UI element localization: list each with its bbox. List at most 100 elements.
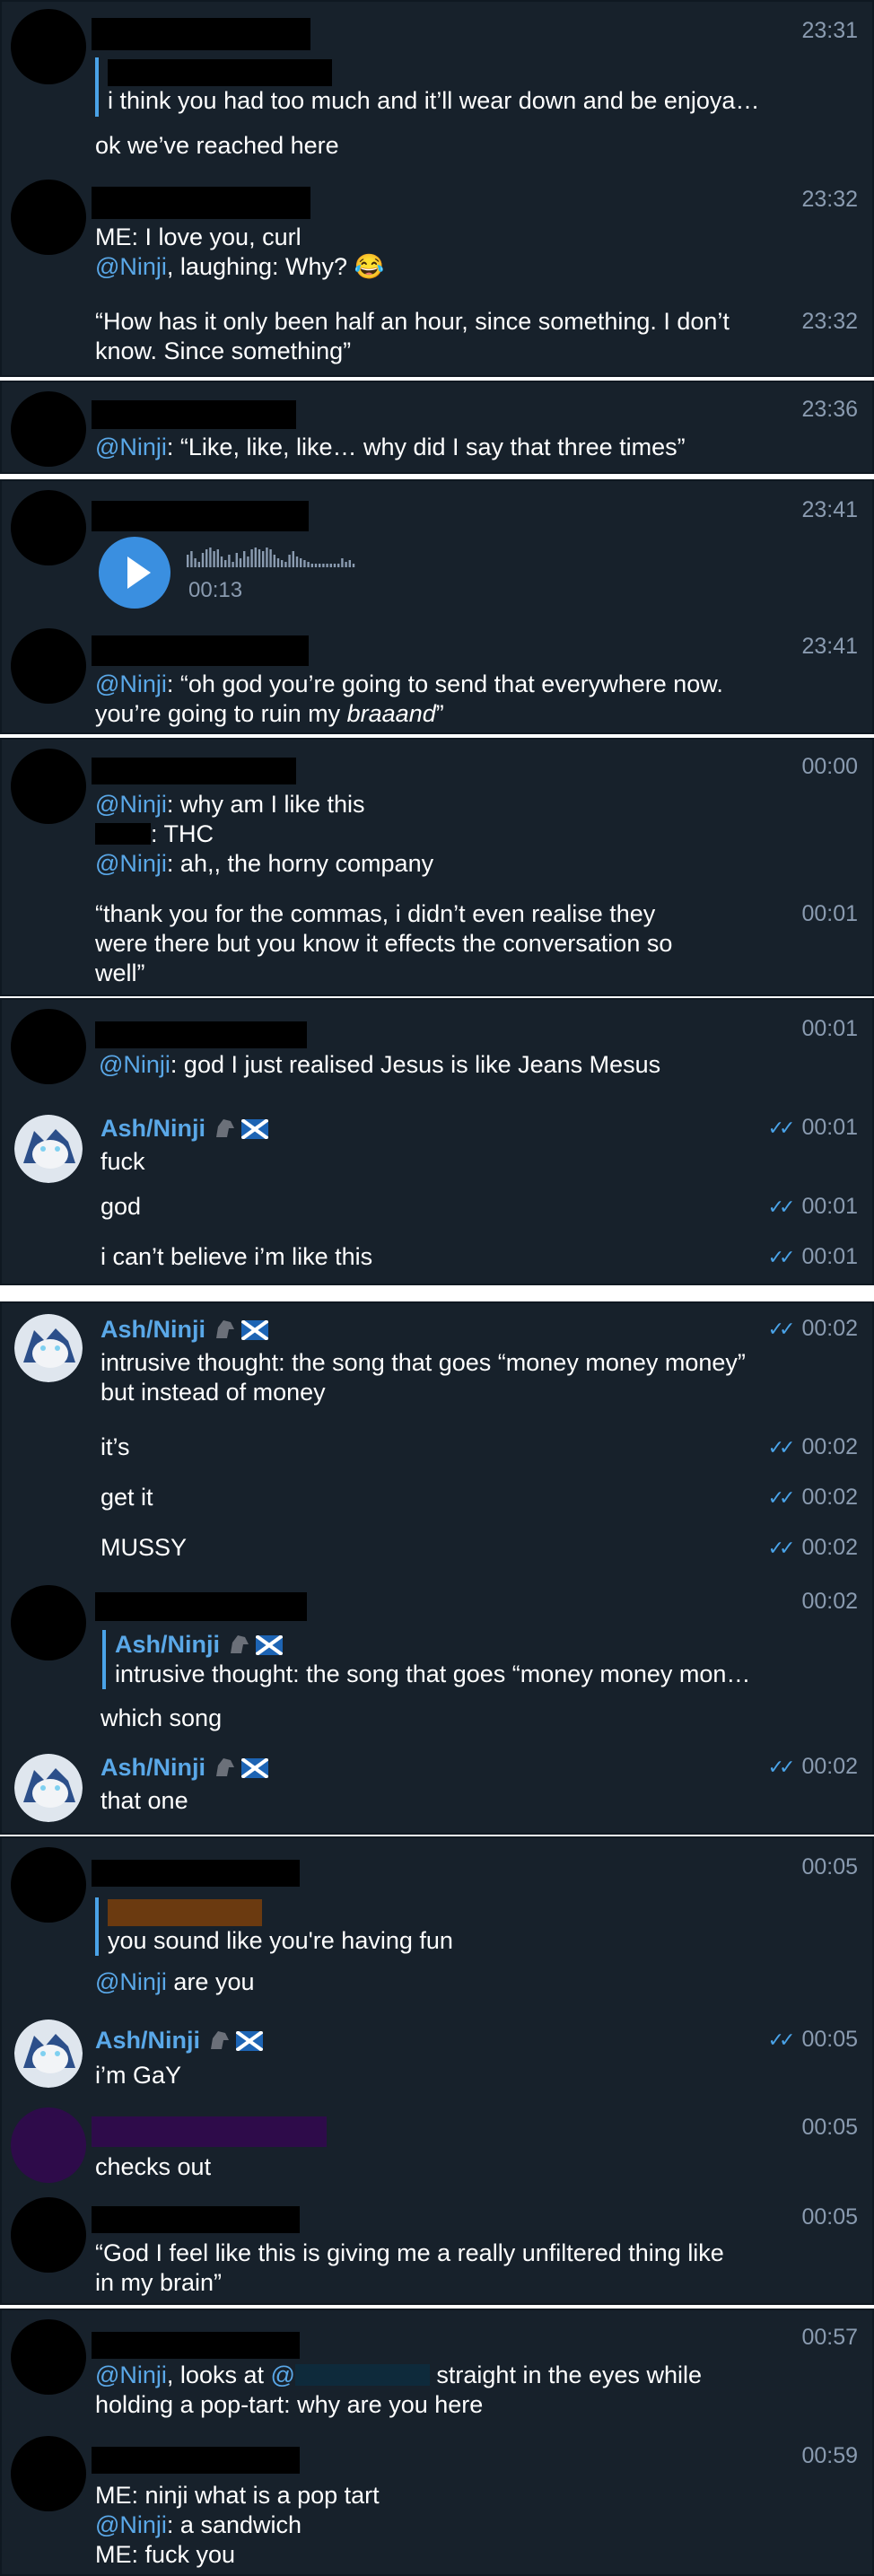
ash-avatar[interactable] xyxy=(14,1115,83,1183)
mention[interactable]: @Ninji xyxy=(95,434,167,460)
message-body: : god I just realised Jesus is like Jean… xyxy=(170,1051,661,1078)
play-button[interactable] xyxy=(99,537,170,609)
avatar[interactable] xyxy=(11,1847,86,1923)
scotland-flag xyxy=(241,1758,269,1778)
mention[interactable]: @Ninji xyxy=(95,2361,167,2388)
waveform-bar xyxy=(352,564,355,567)
timestamp: 00:59 xyxy=(801,2443,858,2468)
timestamp: ✓✓ 00:01 xyxy=(768,1194,858,1220)
avatar[interactable] xyxy=(11,2436,86,2511)
mention[interactable]: @Ninji xyxy=(99,1051,170,1078)
sender-name[interactable]: Ash/Ninji xyxy=(101,1115,269,1143)
wolf-avatar-icon xyxy=(14,1314,83,1382)
ash-avatar[interactable] xyxy=(14,1754,83,1822)
line-1: ME: I love you, curl xyxy=(95,223,302,250)
avatar[interactable] xyxy=(11,9,86,84)
message-text: i can’t believe i’m like this xyxy=(101,1243,373,1270)
redacted-username xyxy=(92,758,296,784)
sender-name[interactable]: Ash/Ninji xyxy=(101,1754,269,1782)
reply-quote[interactable]: i think you had too much and it’ll wear … xyxy=(95,57,777,117)
waveform-bar xyxy=(220,556,223,567)
avatar[interactable] xyxy=(11,180,86,255)
reply-name: Ash/Ninji xyxy=(115,1630,766,1660)
timestamp-text: 00:02 xyxy=(801,1316,858,1341)
waveform-bar xyxy=(314,564,318,567)
timestamp-text: 00:05 xyxy=(801,2027,858,2052)
timestamp: 23:41 xyxy=(801,497,858,522)
mention[interactable]: @Ninji xyxy=(95,1968,167,1995)
mention[interactable]: @Ninji xyxy=(95,850,167,877)
waveform-bar xyxy=(273,555,275,567)
redacted-reply-name xyxy=(108,1899,262,1926)
timestamp: 00:02 xyxy=(801,1589,858,1614)
timestamp: 23:32 xyxy=(801,309,858,334)
ash-avatar[interactable] xyxy=(14,2020,83,2088)
avatar[interactable] xyxy=(11,628,86,704)
mention[interactable]: @Ninji xyxy=(95,791,167,818)
avatar[interactable] xyxy=(11,2319,86,2395)
redacted-username xyxy=(95,1592,307,1621)
timestamp-text: 00:02 xyxy=(801,1485,858,1510)
line-2-text: , laughing: Why? xyxy=(166,253,348,280)
message-group-5: 00:01 @Ninji: god I just realised Jesus … xyxy=(0,998,874,1285)
horse-emoji xyxy=(216,1119,235,1137)
mention[interactable]: @Ninji xyxy=(95,670,167,697)
message-text: @Ninji: god I just realised Jesus is lik… xyxy=(99,1050,818,1080)
scotland-flag xyxy=(241,1320,269,1340)
redacted-mention xyxy=(294,2364,430,2386)
waveform-bar xyxy=(254,548,257,567)
waveform-bar xyxy=(337,564,340,567)
waveform-bar xyxy=(333,564,336,567)
message-text: “thank you for the commas, i didn’t even… xyxy=(95,900,673,986)
mention[interactable]: @Ninji xyxy=(95,253,167,280)
waveform[interactable] xyxy=(187,546,483,571)
reply-quote[interactable]: Ash/Ninji intrusive thought: the song th… xyxy=(102,1630,766,1689)
timestamp: ✓✓ 00:05 xyxy=(768,2027,858,2053)
timestamp: ✓✓ 00:02 xyxy=(768,1434,858,1460)
timestamp: ✓✓ 00:02 xyxy=(768,1754,858,1780)
waveform-bar xyxy=(326,564,328,567)
message-text: god xyxy=(101,1193,142,1220)
waveform-bar xyxy=(194,558,197,567)
waveform-bar xyxy=(247,556,249,567)
mention[interactable]: @Ninji xyxy=(95,2511,167,2538)
line-1-text: : why am I like this xyxy=(166,791,365,818)
message-text: i’m GaY xyxy=(95,2062,182,2089)
wolf-avatar-icon xyxy=(14,1115,83,1183)
redacted-username xyxy=(92,2447,300,2474)
message-group-4: 00:00 @Ninji: why am I like this : THC @… xyxy=(0,738,874,996)
sender-name[interactable]: Ash/Ninji xyxy=(101,1316,269,1344)
timestamp-text: 00:01 xyxy=(801,1194,858,1219)
avatar[interactable] xyxy=(11,391,86,467)
message-text: intrusive thought: the song that goes “m… xyxy=(101,1349,746,1406)
avatar[interactable] xyxy=(11,749,86,824)
redacted-username xyxy=(92,187,310,219)
horse-emoji xyxy=(231,1635,249,1653)
timestamp: ✓✓ 00:02 xyxy=(768,1485,858,1511)
avatar[interactable] xyxy=(11,2107,86,2183)
ash-avatar[interactable] xyxy=(14,1314,83,1382)
line-3: ME: fuck you xyxy=(95,2541,236,2568)
scotland-flag xyxy=(256,1635,284,1655)
waveform-bar xyxy=(295,556,299,567)
horse-emoji xyxy=(216,1758,235,1776)
wolf-avatar-icon xyxy=(14,1754,83,1822)
scotland-flag xyxy=(241,1119,269,1139)
sender-name[interactable]: Ash/Ninji xyxy=(95,2027,264,2055)
avatar[interactable] xyxy=(11,490,86,565)
reply-text: i think you had too much and it’ll wear … xyxy=(108,87,760,114)
timestamp: 00:57 xyxy=(801,2325,858,2350)
mention[interactable]: @ xyxy=(270,2361,294,2388)
avatar[interactable] xyxy=(11,1009,86,1084)
waveform-bar xyxy=(269,549,272,567)
waveform-bar xyxy=(341,558,344,567)
message-body-a: , looks at xyxy=(166,2361,271,2388)
waveform-bar xyxy=(201,553,205,567)
reply-quote[interactable]: you sound like you're having fun xyxy=(95,1897,741,1956)
line-3-text: : ah,, the horny company xyxy=(166,850,434,877)
avatar[interactable] xyxy=(11,2197,86,2273)
waveform-bar xyxy=(262,551,265,567)
avatar[interactable] xyxy=(11,1585,86,1660)
voice-duration: 00:13 xyxy=(188,578,243,602)
timestamp: 00:05 xyxy=(801,2204,858,2230)
